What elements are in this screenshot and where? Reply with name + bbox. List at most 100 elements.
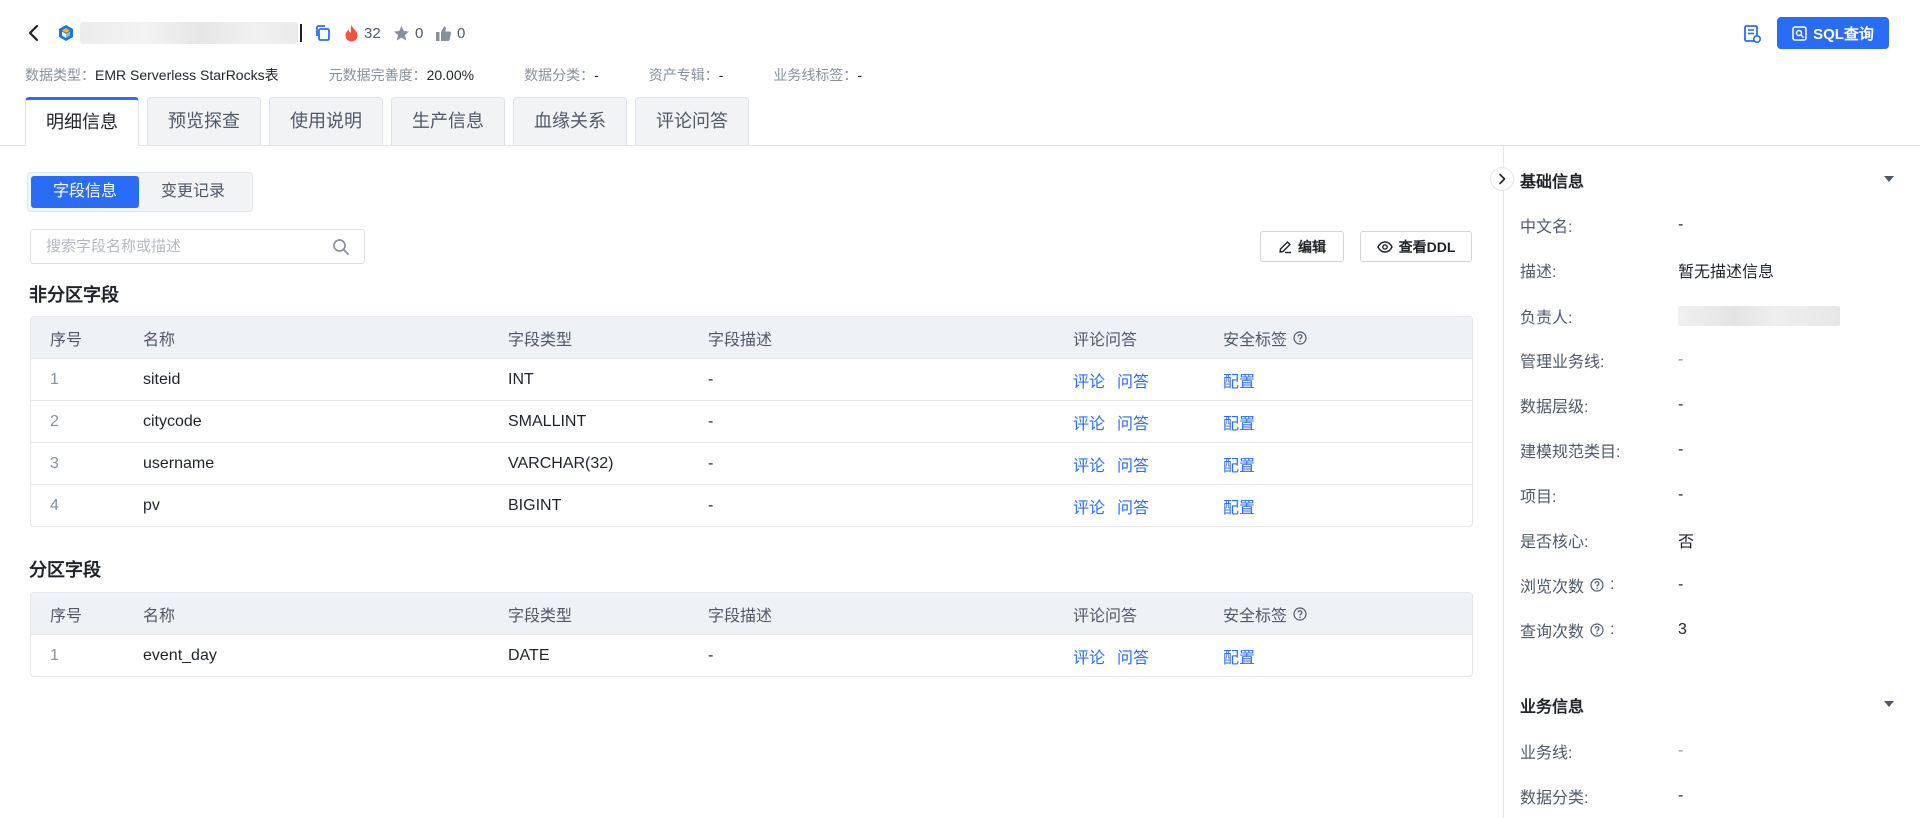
sql-icon <box>1792 25 1807 41</box>
search-icon[interactable] <box>332 238 350 256</box>
info-value: - <box>1678 787 1684 804</box>
tab-comments[interactable]: 评论问答 <box>635 97 749 145</box>
meta-key: 数据类型： <box>25 67 95 83</box>
row-index: 4 <box>50 496 59 514</box>
view-ddl-button[interactable]: 查看DDL <box>1360 231 1472 262</box>
copy-icon[interactable] <box>314 24 332 42</box>
biz-business-line: 业务线: - <box>1520 740 1683 762</box>
col-index: 序号 <box>50 607 83 625</box>
row-index: 3 <box>50 454 59 472</box>
config-link[interactable]: 配置 <box>1223 368 1255 392</box>
row-security: 配置 <box>1223 644 1423 668</box>
tab-lineage[interactable]: 血缘关系 <box>513 97 627 145</box>
tab-preview[interactable]: 预览探查 <box>147 97 261 145</box>
info-key-text: 浏览次数 <box>1520 579 1585 596</box>
pencil-icon <box>1279 240 1291 253</box>
info-key: 负责人: <box>1520 310 1573 327</box>
comment-link[interactable]: 评论 <box>1073 452 1105 476</box>
comment-link[interactable]: 评论 <box>1073 368 1105 392</box>
qa-link[interactable]: 问答 <box>1117 494 1149 518</box>
info-key: 中文名: <box>1520 219 1573 236</box>
meta-value: - <box>857 67 863 83</box>
col-type: 字段类型 <box>508 607 573 625</box>
info-value: - <box>1678 576 1684 593</box>
col-comments: 评论问答 <box>1073 607 1138 625</box>
tab-details[interactable]: 明细信息 <box>25 97 139 146</box>
help-icon[interactable] <box>1590 623 1604 637</box>
search-input[interactable] <box>31 230 321 263</box>
back-arrow-icon[interactable] <box>24 21 44 45</box>
sql-query-button[interactable]: SQL查询 <box>1777 17 1889 49</box>
row-comment-actions: 评论 问答 <box>1073 368 1223 392</box>
info-project: 项目: - <box>1520 484 1683 506</box>
row-security: 配置 <box>1223 410 1423 434</box>
comment-link[interactable]: 评论 <box>1073 494 1105 518</box>
help-icon[interactable] <box>1293 606 1307 621</box>
row-security: 配置 <box>1223 494 1423 518</box>
meta-value: 20.00% <box>426 67 475 83</box>
config-link[interactable]: 配置 <box>1223 452 1255 476</box>
collapse-panel-button[interactable] <box>1490 167 1514 191</box>
info-key: 建模规范类目: <box>1520 444 1621 461</box>
config-link[interactable]: 配置 <box>1223 644 1255 668</box>
row-type: DATE <box>508 646 550 664</box>
help-icon[interactable] <box>1590 578 1604 592</box>
row-desc: - <box>708 454 714 472</box>
meta-completeness: 元数据完善度：20.00% <box>329 65 474 85</box>
info-view-count: 浏览次数: - <box>1520 574 1683 596</box>
info-value: - <box>1678 216 1684 233</box>
table-header: 序号 名称 字段类型 字段描述 评论问答 安全标签 <box>31 317 1472 358</box>
tab-production[interactable]: 生产信息 <box>391 97 505 145</box>
row-desc: - <box>708 412 714 430</box>
row-security: 配置 <box>1223 368 1423 392</box>
info-value: 暂无描述信息 <box>1678 264 1775 281</box>
info-key: 查询次数: <box>1520 618 1678 642</box>
info-model-category: 建模规范类目: - <box>1520 439 1683 461</box>
table-row: 2 citycode SMALLINT - 评论 问答 配置 <box>31 400 1472 442</box>
col-security: 安全标签 <box>1223 602 1423 626</box>
row-comment-actions: 评论 问答 <box>1073 410 1223 434</box>
row-desc: - <box>708 646 714 664</box>
edit-label: 编辑 <box>1298 238 1326 255</box>
segment-changes[interactable]: 变更记录 <box>139 176 247 208</box>
row-type: SMALLINT <box>508 412 587 430</box>
favorite-count[interactable]: 0 <box>393 23 423 43</box>
info-value: - <box>1678 351 1684 368</box>
col-name: 名称 <box>143 607 176 625</box>
col-name: 名称 <box>143 331 176 349</box>
like-count[interactable]: 0 <box>435 23 465 43</box>
meta-data-type: 数据类型：EMR Serverless StarRocks表 <box>25 65 279 85</box>
meta-album: 资产专辑：- <box>649 65 724 85</box>
segment-fields[interactable]: 字段信息 <box>31 176 139 208</box>
qa-link[interactable]: 问答 <box>1117 452 1149 476</box>
config-link[interactable]: 配置 <box>1223 494 1255 518</box>
qa-link[interactable]: 问答 <box>1117 410 1149 434</box>
field-search <box>30 229 365 264</box>
comment-link[interactable]: 评论 <box>1073 644 1105 668</box>
table-header: 序号 名称 字段类型 字段描述 评论问答 安全标签 <box>31 593 1472 634</box>
info-key: 数据层级: <box>1520 399 1589 416</box>
help-icon[interactable] <box>1293 330 1307 345</box>
caret-down-icon[interactable] <box>1882 699 1896 709</box>
info-value: - <box>1678 742 1684 759</box>
table-row: 4 pv BIGINT - 评论 问答 配置 <box>31 484 1472 526</box>
fire-icon <box>345 25 358 42</box>
document-icon[interactable] <box>1742 24 1762 44</box>
non-partition-table: 序号 名称 字段类型 字段描述 评论问答 安全标签 1 siteid INT -… <box>30 316 1473 527</box>
qa-link[interactable]: 问答 <box>1117 644 1149 668</box>
qa-link[interactable]: 问答 <box>1117 368 1149 392</box>
caret-down-icon[interactable] <box>1882 174 1896 184</box>
col-security-label: 安全标签 <box>1223 607 1288 625</box>
row-name: citycode <box>143 412 202 430</box>
partition-table: 序号 名称 字段类型 字段描述 评论问答 安全标签 1 event_day DA… <box>30 592 1473 677</box>
tab-usage[interactable]: 使用说明 <box>269 97 383 145</box>
config-link[interactable]: 配置 <box>1223 410 1255 434</box>
row-desc: - <box>708 496 714 514</box>
meta-key: 元数据完善度： <box>328 67 427 83</box>
partition-title: 分区字段 <box>29 560 101 580</box>
comment-link[interactable]: 评论 <box>1073 410 1105 434</box>
info-key: 业务线: <box>1520 745 1573 762</box>
biz-data-classification: 数据分类: - <box>1520 785 1683 807</box>
edit-button[interactable]: 编辑 <box>1260 231 1344 262</box>
info-key: 管理业务线: <box>1520 354 1605 371</box>
